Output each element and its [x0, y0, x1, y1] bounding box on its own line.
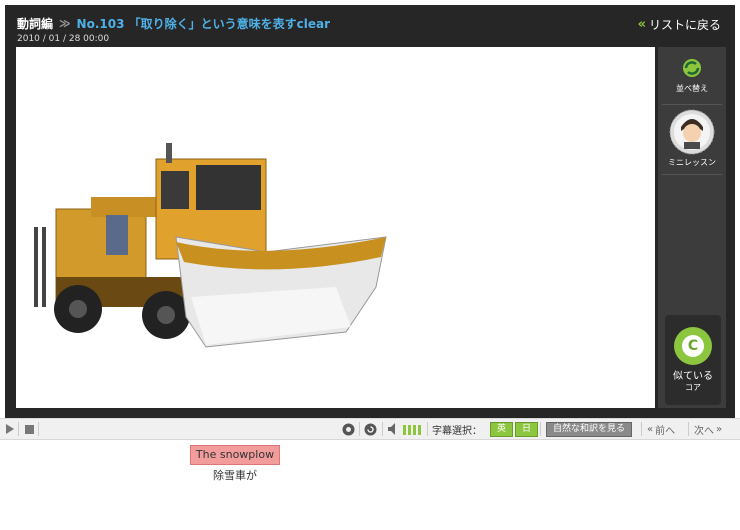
- divider: [38, 422, 39, 436]
- category-label: 動詞編: [17, 17, 54, 31]
- divider: [359, 422, 360, 436]
- sort-label: 並べ替え: [676, 84, 708, 93]
- volume-control[interactable]: [388, 422, 421, 436]
- snowplow-image: [34, 143, 387, 348]
- japanese-subtitle-toggle[interactable]: 日: [515, 421, 539, 437]
- lifebuoy-icon: [342, 423, 355, 435]
- divider: [662, 174, 722, 175]
- divider: [688, 422, 689, 436]
- prev-button[interactable]: « 前へ: [647, 422, 676, 437]
- playback-toolbar: 字幕選択： 英 日 自然な和訳を見る « 前へ 次へ »: [0, 418, 740, 440]
- header: 動詞編 ≫ No.103 「取り除く」という意味を表すclear 2010 / …: [17, 15, 330, 44]
- core-label: コア: [685, 383, 701, 392]
- chevron-right-icon: ≫: [59, 17, 71, 30]
- lesson-title: No.103 「取り除く」という意味を表すclear: [76, 17, 330, 31]
- core-letter: C: [682, 335, 704, 357]
- divider: [641, 422, 642, 436]
- divider: [18, 422, 19, 436]
- refresh-icon: [683, 59, 701, 77]
- play-button[interactable]: [6, 422, 14, 436]
- chevron-left-icon: «: [647, 423, 654, 435]
- replay-icon: [364, 423, 377, 435]
- double-chevron-left-icon: «: [637, 17, 647, 32]
- mini-lesson-label: ミニレッスン: [668, 158, 716, 167]
- divider: [540, 422, 541, 436]
- english-subtitle-toggle[interactable]: 英: [490, 421, 514, 437]
- prev-label: 前へ: [655, 425, 676, 437]
- mini-lesson-button[interactable]: ミニレッスン: [658, 109, 726, 168]
- back-to-list-label: リストに戻る: [648, 18, 721, 32]
- japanese-subtitle: 除雪車が: [213, 469, 257, 482]
- breadcrumb: 動詞編 ≫ No.103 「取り除く」という意味を表すclear: [17, 15, 330, 32]
- replay-button[interactable]: [364, 422, 377, 436]
- subtitle-toggle: 英 日: [490, 421, 539, 437]
- play-icon: [6, 424, 14, 434]
- volume-bars-icon: [403, 425, 421, 435]
- teacher-avatar-icon: [669, 109, 715, 155]
- video-area[interactable]: [16, 47, 655, 408]
- side-panel: 並べ替え ミニレッスン C 似ている コア: [658, 47, 726, 408]
- stop-button[interactable]: [25, 422, 34, 436]
- similar-label: 似ている: [673, 371, 713, 382]
- next-button[interactable]: 次へ »: [694, 422, 723, 437]
- core-icon: C: [674, 327, 712, 365]
- natural-translation-wrap: 自然な和訳を見る: [546, 421, 633, 437]
- natural-translation-button[interactable]: 自然な和訳を見る: [546, 421, 633, 437]
- sort-button[interactable]: 並べ替え: [658, 57, 726, 94]
- publish-date: 2010 / 01 / 28 00:00: [17, 34, 110, 44]
- chevron-right-icon: »: [716, 423, 723, 435]
- english-subtitle: The snowplow: [190, 445, 280, 465]
- next-label: 次へ: [694, 425, 714, 437]
- stop-icon: [25, 424, 34, 434]
- divider: [662, 104, 722, 105]
- lifebuoy-button[interactable]: [342, 422, 355, 436]
- divider: [427, 422, 428, 436]
- speaker-icon: [388, 423, 395, 435]
- video-player-frame: 動詞編 ≫ No.103 「取り除く」という意味を表すclear 2010 / …: [5, 5, 735, 418]
- divider: [382, 422, 383, 436]
- back-to-list-button[interactable]: « リストに戻る: [638, 16, 721, 33]
- similar-core-button[interactable]: C 似ている コア: [665, 315, 721, 405]
- subtitle-select-label: 字幕選択：: [432, 425, 482, 437]
